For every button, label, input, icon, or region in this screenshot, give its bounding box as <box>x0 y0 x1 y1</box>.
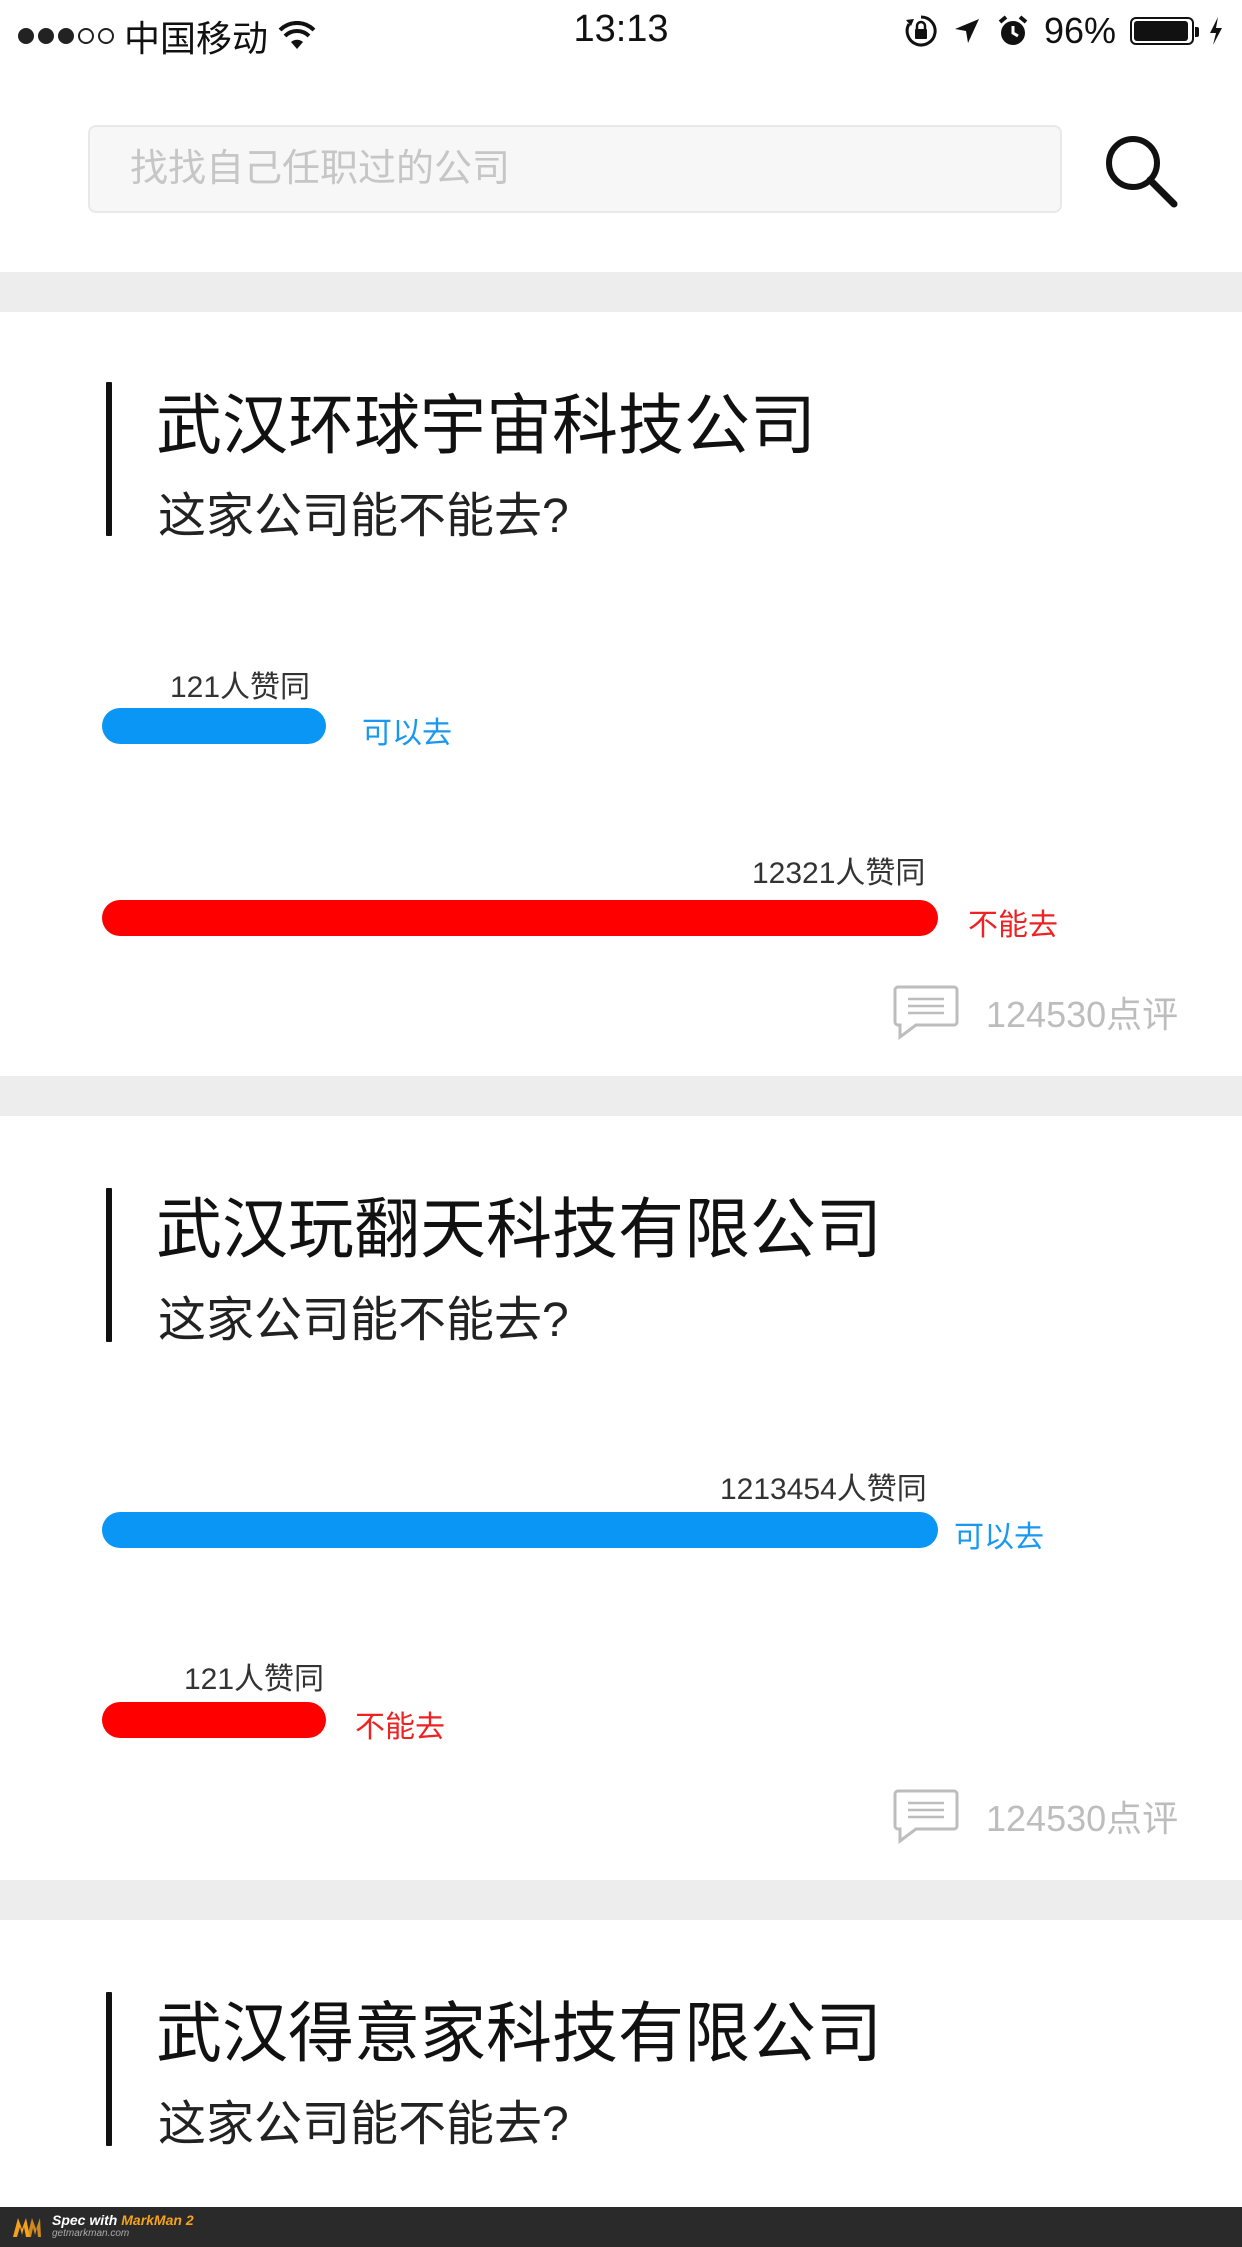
section-separator <box>0 1076 1242 1116</box>
comment-count: 124530点评 <box>986 1798 1179 1839</box>
yes-vote-count: 121人赞同 <box>170 671 311 704</box>
branding-text: Spec with MarkMan 2 getmarkman.com <box>52 2213 194 2241</box>
branding-site: getmarkman.com <box>52 2228 130 2239</box>
markman-logo-icon <box>13 2218 41 2237</box>
no-vote-count: 121人赞同 <box>184 1663 325 1696</box>
title-accent-bar <box>106 382 112 536</box>
branding-product: MarkMan 2 <box>121 2212 194 2228</box>
company-card[interactable]: 武汉环球宇宙科技公司 这家公司能不能去? 121人赞同 可以去 12321人赞同… <box>0 312 1242 1076</box>
charging-icon <box>1210 17 1222 45</box>
no-vote-label[interactable]: 不能去 <box>355 1702 445 1746</box>
status-bar: 中国移动 13:13 96% <box>0 0 1242 64</box>
comment-count: 124530点评 <box>986 994 1179 1035</box>
search-input[interactable] <box>90 127 1060 211</box>
battery-percent: 96% <box>1043 10 1116 51</box>
branding-prefix: Spec with <box>52 2212 118 2228</box>
company-card[interactable]: 武汉得意家科技有限公司 这家公司能不能去? <box>0 1920 1242 2207</box>
company-question: 这家公司能不能去? <box>158 2098 569 2151</box>
title-accent-bar <box>106 1992 112 2146</box>
section-separator <box>0 1880 1242 1920</box>
comment-icon <box>893 1789 959 1844</box>
company-name[interactable]: 武汉环球宇宙科技公司 <box>156 372 816 468</box>
company-name[interactable]: 武汉得意家科技有限公司 <box>156 1980 882 2076</box>
company-question: 这家公司能不能去? <box>158 490 569 543</box>
yes-vote-label[interactable]: 可以去 <box>362 708 452 752</box>
yes-vote-count: 1213454人赞同 <box>720 1473 927 1506</box>
orientation-lock-icon <box>905 15 937 47</box>
alarm-icon <box>998 15 1028 45</box>
status-right: 96% <box>904 10 1224 52</box>
battery-icon <box>1130 17 1199 45</box>
no-vote-count: 12321人赞同 <box>752 857 926 890</box>
comment-icon <box>893 985 959 1040</box>
no-vote-bar[interactable] <box>102 900 938 936</box>
search-icon[interactable] <box>1100 130 1180 210</box>
no-vote-bar[interactable] <box>102 1702 326 1738</box>
no-vote-label[interactable]: 不能去 <box>968 900 1058 944</box>
comment-link[interactable]: 124530点评 <box>892 984 1178 1040</box>
yes-vote-bar[interactable] <box>102 708 326 744</box>
location-icon <box>954 19 979 43</box>
yes-vote-bar[interactable] <box>102 1512 938 1548</box>
company-card[interactable]: 武汉玩翻天科技有限公司 这家公司能不能去? 1213454人赞同 可以去 121… <box>0 1116 1242 1880</box>
search-box[interactable] <box>88 125 1062 213</box>
company-name[interactable]: 武汉玩翻天科技有限公司 <box>156 1176 882 1272</box>
section-separator <box>0 272 1242 312</box>
branding-strip: Spec with MarkMan 2 getmarkman.com <box>0 2207 1242 2247</box>
company-question: 这家公司能不能去? <box>158 1294 569 1347</box>
comment-link[interactable]: 124530点评 <box>892 1788 1178 1844</box>
title-accent-bar <box>106 1188 112 1342</box>
yes-vote-label[interactable]: 可以去 <box>954 1512 1044 1556</box>
